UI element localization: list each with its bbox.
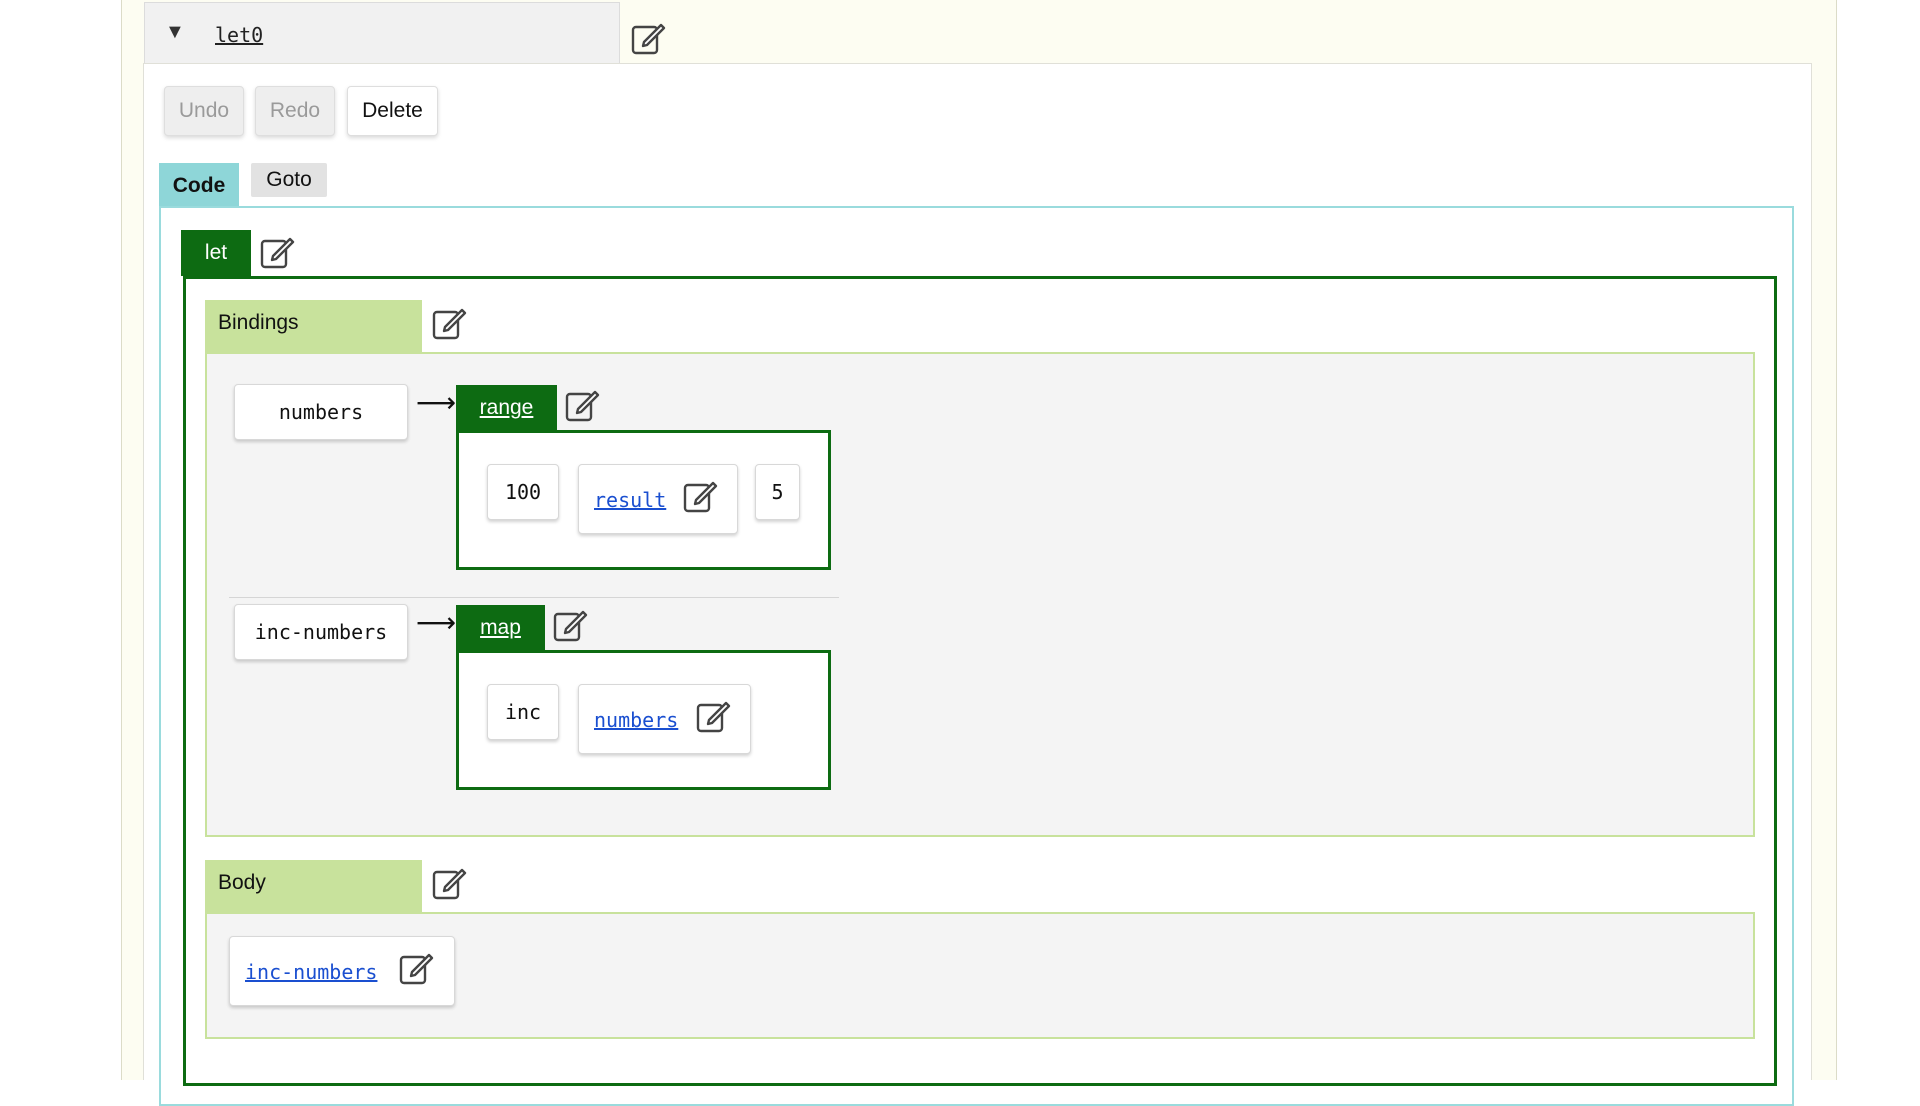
redo-button[interactable]: Redo — [255, 86, 335, 136]
fn-tag-range[interactable]: range — [456, 385, 557, 431]
edit-icon[interactable] — [431, 305, 467, 341]
arg-reference[interactable]: result — [578, 464, 738, 534]
edit-icon[interactable] — [682, 478, 718, 514]
body-reference[interactable]: inc-numbers — [229, 936, 455, 1006]
edit-icon[interactable] — [431, 865, 467, 901]
edit-icon[interactable] — [695, 698, 731, 734]
bindings-section: numbers ⟶ range 100 result 5 inc-numbers… — [205, 352, 1755, 837]
header-title[interactable]: let0 — [215, 23, 263, 47]
edit-icon[interactable] — [552, 607, 588, 643]
binding-arrow: ⟶ — [416, 387, 457, 418]
tab-code[interactable]: Code — [159, 163, 239, 207]
binding-divider — [229, 597, 839, 598]
collapse-triangle-icon[interactable]: ▼ — [165, 21, 185, 44]
arg-function[interactable]: inc — [487, 684, 559, 740]
let-tag[interactable]: let — [181, 230, 251, 276]
body-label: Body — [205, 860, 422, 912]
delete-button[interactable]: Delete — [347, 86, 438, 136]
edit-icon[interactable] — [398, 950, 434, 986]
binding-arrow: ⟶ — [416, 607, 457, 638]
edit-icon[interactable] — [630, 20, 666, 56]
undo-button[interactable]: Undo — [164, 86, 244, 136]
header-row: ▼ let0 — [144, 2, 620, 64]
edit-icon[interactable] — [564, 387, 600, 423]
bindings-label: Bindings — [205, 300, 422, 352]
let-block: Bindings numbers ⟶ range 100 result 5 in… — [183, 276, 1777, 1086]
arg-reference[interactable]: numbers — [578, 684, 751, 754]
binding-name-inc-numbers[interactable]: inc-numbers — [234, 604, 408, 660]
code-panel: let Bindings numbers ⟶ range 100 result … — [159, 206, 1794, 1106]
body-section: inc-numbers — [205, 912, 1755, 1039]
edit-icon[interactable] — [259, 234, 295, 270]
fn-box-map: inc numbers — [456, 650, 831, 790]
fn-tag-map[interactable]: map — [456, 605, 545, 651]
binding-name-numbers[interactable]: numbers — [234, 384, 408, 440]
arg-literal[interactable]: 100 — [487, 464, 559, 520]
tab-goto[interactable]: Goto — [251, 163, 327, 197]
fn-box-range: 100 result 5 — [456, 430, 831, 570]
main-panel: Undo Redo Delete Code Goto let Bindings … — [143, 63, 1812, 1106]
arg-literal[interactable]: 5 — [755, 464, 800, 520]
